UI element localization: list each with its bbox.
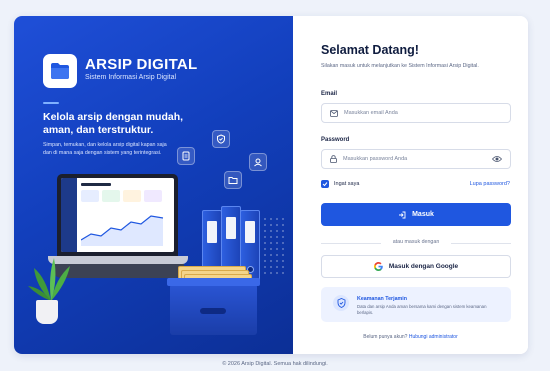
security-text: Data dan arsip Anda aman bersama kami de…: [357, 304, 487, 315]
sign-in-icon: [399, 211, 406, 218]
brand-name: ARSIP DIGITAL: [85, 56, 198, 73]
app-logo: [43, 54, 77, 88]
eye-icon[interactable]: [492, 155, 502, 163]
google-icon: [373, 262, 383, 271]
hero-description: Simpan, temukan, dan kelola arsip digita…: [43, 142, 167, 156]
document-icon: [177, 147, 195, 165]
google-button-label: Masuk dengan Google: [388, 263, 459, 270]
page-footer: © 2026 Arsip Digital. Semua hak dilindun…: [222, 361, 328, 367]
security-notice: Keamanan Terjamin Data dan arsip Anda am…: [321, 287, 511, 322]
forgot-password-link[interactable]: Lupa password?: [470, 181, 510, 187]
lock-icon: [330, 155, 337, 163]
mail-icon: [330, 109, 338, 117]
hero-panel: ARSIP DIGITAL Sistem Informasi Arsip Dig…: [14, 16, 293, 354]
archive-box: [167, 278, 260, 335]
login-button-label: Masuk: [412, 211, 434, 218]
login-card: ARSIP DIGITAL Sistem Informasi Arsip Dig…: [14, 16, 528, 354]
signup-question: Belum punya akun?: [363, 334, 408, 340]
remember-checkbox[interactable]: [321, 180, 329, 188]
login-subtitle: Silakan masuk untuk melanjutkan ke Siste…: [321, 63, 479, 69]
contact-admin-link[interactable]: Hubungi administrator: [409, 334, 458, 340]
divider: atau masuk dengan: [321, 239, 511, 247]
email-placeholder: Masukkan email Anda: [344, 110, 398, 116]
google-login-button[interactable]: Masuk dengan Google: [321, 255, 511, 278]
folder-outline-icon: [224, 171, 242, 189]
hero-headline: Kelola arsip dengan mudah, aman, dan ter…: [43, 111, 184, 136]
remember-label[interactable]: Ingat saya: [334, 181, 359, 187]
user-badge-icon: [249, 153, 267, 171]
shield-icon: [333, 295, 349, 311]
brand-subtitle: Sistem Informasi Arsip Digital: [85, 74, 177, 81]
login-title: Selamat Datang!: [321, 43, 419, 57]
email-label: Email: [321, 91, 338, 97]
password-label: Password: [321, 137, 350, 143]
login-button[interactable]: Masuk: [321, 203, 511, 226]
check-icon: [322, 182, 328, 187]
shield-check-icon: [212, 130, 230, 148]
login-panel: Selamat Datang! Silakan masuk untuk mela…: [293, 16, 528, 354]
plant-pot: [36, 300, 58, 324]
email-field[interactable]: Masukkan email Anda: [321, 103, 511, 123]
password-placeholder: Masukkan password Anda: [343, 156, 408, 162]
password-field[interactable]: Masukkan password Anda: [321, 149, 511, 169]
folder-icon: [51, 63, 69, 79]
signup-prompt: Belum punya akun? Hubungi administrator: [293, 334, 528, 340]
security-title: Keamanan Terjamin: [357, 296, 407, 302]
laptop-illustration: [57, 174, 178, 256]
accent-rule: [43, 102, 59, 104]
divider-label: atau masuk dengan: [392, 239, 440, 245]
